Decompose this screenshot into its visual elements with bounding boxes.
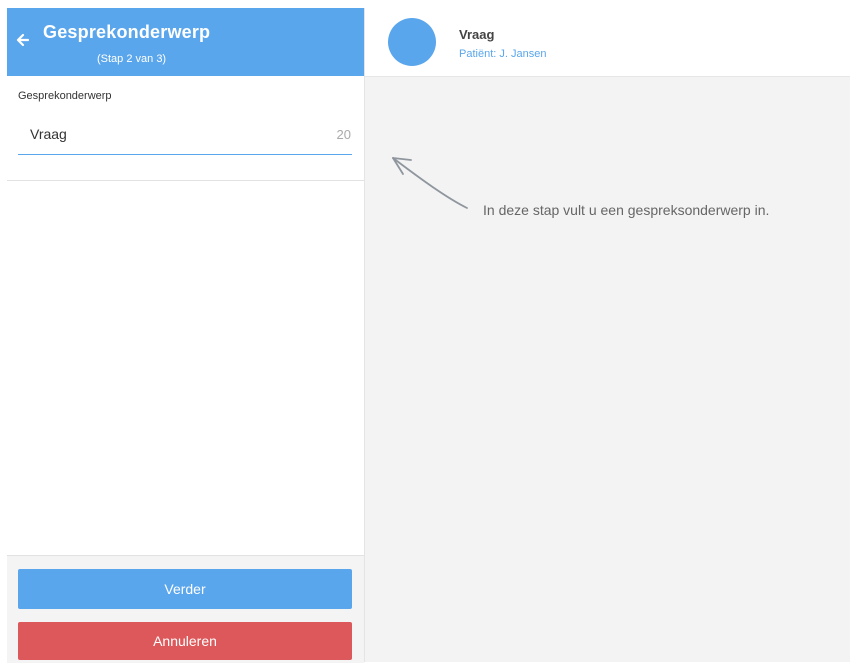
divider [7, 180, 364, 181]
next-button[interactable]: Verder [18, 569, 352, 609]
subject-field-label: Gesprekonderwerp [18, 90, 112, 102]
left-panel: Gesprekonderwerp (Stap 2 van 3) Gespreko… [7, 8, 365, 663]
wizard-step-indicator: (Stap 2 van 3) [97, 53, 167, 65]
pointer-arrow-icon [392, 157, 468, 209]
hint-text: In deze stap vult u een gespreksonderwer… [483, 202, 770, 218]
cancel-button[interactable]: Annuleren [18, 622, 352, 660]
wizard-title: Gesprekonderwerp [43, 22, 211, 42]
patient-label: Patiënt: J. Jansen [459, 48, 547, 60]
subject-input-value[interactable]: Vraag [30, 126, 67, 142]
arrow-left-icon[interactable] [15, 32, 31, 48]
character-counter: 20 [336, 127, 351, 142]
subject-input[interactable]: Vraag 20 [18, 116, 352, 155]
avatar [388, 18, 436, 66]
wizard-footer: Verder Annuleren [7, 555, 364, 663]
wizard-header: Gesprekonderwerp (Stap 2 van 3) [7, 8, 364, 76]
conversation-header: Vraag Patiënt: J. Jansen [365, 8, 850, 77]
main-panel: Vraag Patiënt: J. Jansen In deze stap vu… [365, 8, 850, 662]
conversation-title: Vraag [459, 27, 495, 42]
